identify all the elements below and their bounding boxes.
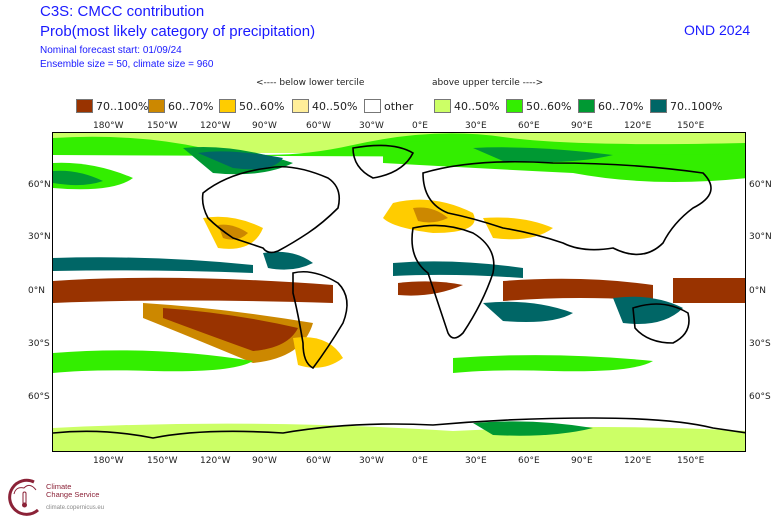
c3s-logo-icon — [8, 478, 39, 516]
legend-item: 70..100% — [650, 99, 722, 113]
lon-tick-label: 180°W — [93, 456, 124, 466]
lat-tick-label: 60°N — [28, 180, 51, 190]
lon-tick-label: 90°E — [571, 456, 593, 466]
legend-swatch — [292, 99, 309, 113]
ensemble-info-text: Ensemble size = 50, climate size = 960 — [40, 59, 214, 70]
legend-item: 70..100% — [76, 99, 148, 113]
legend-swatch — [76, 99, 93, 113]
lat-tick-label: 30°S — [28, 339, 50, 349]
legend-item: 50..60% — [219, 99, 284, 113]
field-pacific-eq-dry — [53, 277, 333, 303]
lat-tick-label: 0°N — [749, 286, 766, 296]
copernicus-logo: Climate Change Service climate.copernicu… — [4, 476, 134, 518]
lon-tick-label: 90°W — [252, 456, 277, 466]
legend-swatch — [219, 99, 236, 113]
field-australia-teal — [613, 296, 683, 324]
lon-tick-label: 90°W — [252, 121, 277, 131]
lon-tick-label: 120°W — [200, 121, 231, 131]
lat-tick-label: 60°S — [749, 392, 771, 402]
legend-item: 60..70% — [148, 99, 213, 113]
lon-tick-label: 30°E — [465, 121, 487, 131]
legend-swatch — [148, 99, 165, 113]
lon-tick-label: 0°E — [412, 456, 428, 466]
legend-below-heading: <---- below lower tercile — [256, 78, 365, 88]
lon-tick-label: 90°E — [571, 121, 593, 131]
lat-tick-label: 30°N — [749, 232, 772, 242]
field-southern-ocean-1 — [53, 350, 253, 373]
lon-tick-label: 150°E — [677, 121, 705, 131]
field-africa-teal — [393, 261, 523, 278]
legend-item: 40..50% — [434, 99, 499, 113]
legend-swatch — [506, 99, 523, 113]
field-west-pacific-dry — [673, 278, 745, 303]
legend-swatch — [364, 99, 381, 113]
legend-label: 70..100% — [670, 99, 723, 113]
lat-tick-label: 60°N — [749, 180, 772, 190]
legend-label: 50..60% — [526, 99, 572, 113]
legend-swatch — [578, 99, 595, 113]
lon-tick-label: 60°E — [518, 121, 540, 131]
lon-tick-label: 150°W — [147, 456, 178, 466]
lon-tick-label: 60°W — [306, 121, 331, 131]
lon-tick-label: 150°E — [677, 456, 705, 466]
lon-tick-label: 120°W — [200, 456, 231, 466]
field-indian-teal — [483, 301, 573, 322]
lat-tick-label: 30°S — [749, 339, 771, 349]
legend-label: 50..60% — [239, 99, 285, 113]
lat-tick-label: 0°N — [28, 286, 45, 296]
field-itcz-teal — [53, 257, 253, 273]
field-centam-teal — [263, 251, 313, 270]
lon-tick-label: 180°W — [93, 121, 124, 131]
field-argentina-dry — [293, 337, 343, 368]
legend-label: 40..50% — [454, 99, 500, 113]
precipitation-map — [53, 133, 745, 451]
legend-label: 60..70% — [598, 99, 644, 113]
lat-tick-label: 60°S — [28, 392, 50, 402]
logo-text-change-service: Change Service — [46, 490, 100, 499]
forecast-start-text: Nominal forecast start: 01/09/24 — [40, 45, 182, 56]
legend-swatch — [434, 99, 451, 113]
lon-tick-label: 60°E — [518, 456, 540, 466]
chart-subtitle: Prob(most likely category of precipitati… — [40, 23, 316, 40]
lon-tick-label: 30°W — [359, 456, 384, 466]
legend-label: 60..70% — [168, 99, 214, 113]
legend-swatch — [650, 99, 667, 113]
legend-label: 40..50% — [312, 99, 358, 113]
lon-tick-label: 30°W — [359, 121, 384, 131]
map-panel — [52, 132, 746, 452]
chart-title: C3S: CMCC contribution — [40, 3, 205, 20]
lon-tick-label: 30°E — [465, 456, 487, 466]
probability-field — [53, 133, 745, 451]
field-atlantic-eq-dry — [398, 281, 463, 296]
legend-item: 50..60% — [506, 99, 571, 113]
legend-above-heading: above upper tercile ----> — [432, 78, 544, 88]
season-label: OND 2024 — [684, 22, 751, 38]
lon-tick-label: 150°W — [147, 121, 178, 131]
legend-label: other — [384, 99, 414, 113]
lon-tick-label: 120°E — [624, 456, 652, 466]
lon-tick-label: 120°E — [624, 121, 652, 131]
legend-item: 60..70% — [578, 99, 643, 113]
lon-tick-label: 0°E — [412, 121, 428, 131]
lat-tick-label: 30°N — [28, 232, 51, 242]
legend-item: other — [364, 99, 413, 113]
legend-item: 40..50% — [292, 99, 357, 113]
lon-tick-label: 60°W — [306, 456, 331, 466]
logo-url: climate.copernicus.eu — [46, 505, 105, 511]
legend-label: 70..100% — [96, 99, 149, 113]
field-southern-ocean-2 — [453, 355, 653, 373]
